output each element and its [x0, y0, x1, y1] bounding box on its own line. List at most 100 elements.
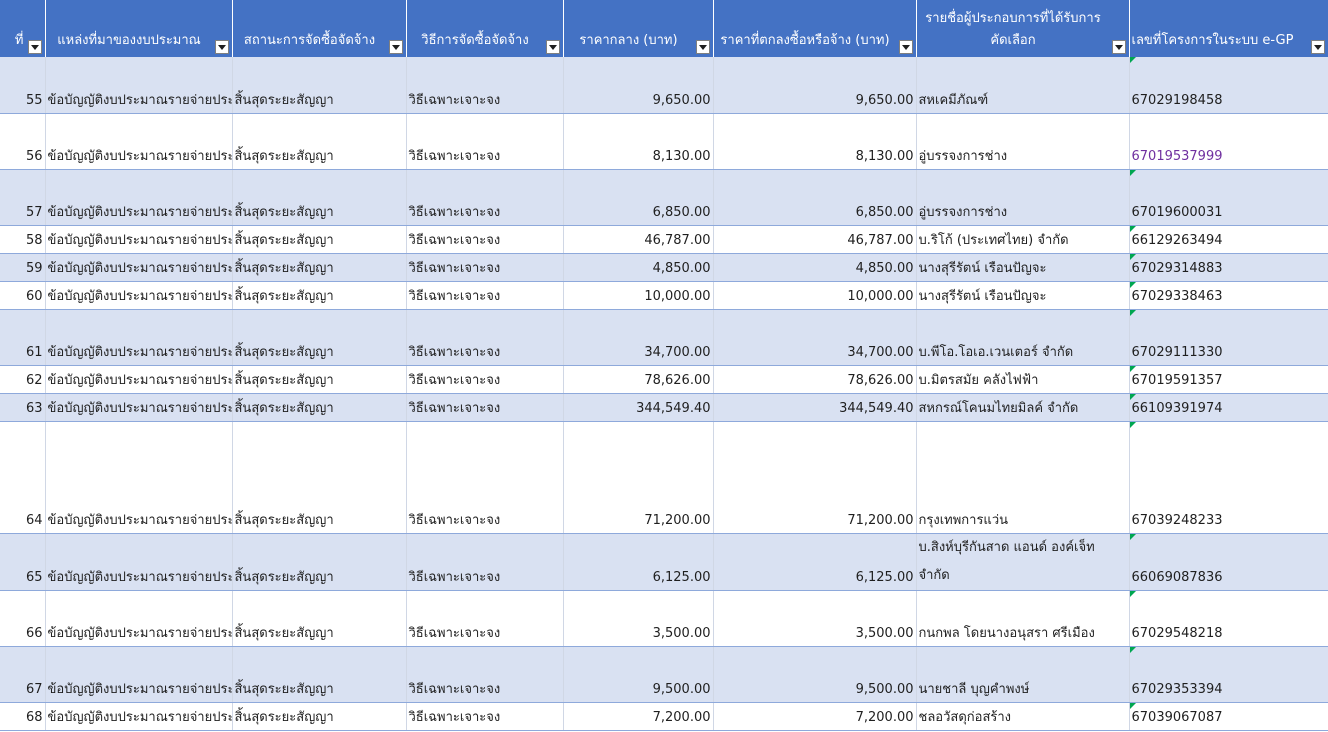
table-row[interactable]: 64 ข้อบัญญัติงบประมาณรายจ่ายประ สิ้นสุดร…: [0, 421, 1328, 534]
cell-status[interactable]: สิ้นสุดระยะสัญญา: [232, 57, 407, 114]
table-row[interactable]: 62 ข้อบัญญัติงบประมาณรายจ่ายประ สิ้นสุดร…: [0, 365, 1328, 394]
cell-egp[interactable]: 67029338463: [1129, 281, 1328, 310]
filter-dropdown-method[interactable]: [545, 40, 560, 54]
cell-no[interactable]: 63: [0, 393, 46, 422]
cell-ref-price[interactable]: 71,200.00: [563, 421, 714, 534]
cell-agreed-price[interactable]: 3,500.00: [713, 590, 917, 647]
cell-status[interactable]: สิ้นสุดระยะสัญญา: [232, 702, 407, 731]
cell-vendor[interactable]: อู่บรรจงการช่าง: [916, 169, 1130, 226]
cell-method[interactable]: วิธีเฉพาะเจาะจง: [406, 169, 564, 226]
cell-source[interactable]: ข้อบัญญัติงบประมาณรายจ่ายประ: [45, 646, 233, 703]
cell-source[interactable]: ข้อบัญญัติงบประมาณรายจ่ายประ: [45, 590, 233, 647]
cell-ref-price[interactable]: 6,850.00: [563, 169, 714, 226]
cell-ref-price[interactable]: 9,500.00: [563, 646, 714, 703]
table-row[interactable]: 63 ข้อบัญญัติงบประมาณรายจ่ายประ สิ้นสุดร…: [0, 393, 1328, 422]
cell-status[interactable]: สิ้นสุดระยะสัญญา: [232, 253, 407, 282]
cell-ref-price[interactable]: 46,787.00: [563, 225, 714, 254]
cell-egp[interactable]: 67029198458: [1129, 57, 1328, 114]
cell-vendor[interactable]: สหกรณ์โคนมไทยมิลค์ จำกัด: [916, 393, 1130, 422]
cell-method[interactable]: วิธีเฉพาะเจาะจง: [406, 646, 564, 703]
cell-ref-price[interactable]: 7,200.00: [563, 702, 714, 731]
cell-source[interactable]: ข้อบัญญัติงบประมาณรายจ่ายประ: [45, 421, 233, 534]
table-row[interactable]: 57 ข้อบัญญัติงบประมาณรายจ่ายประ สิ้นสุดร…: [0, 169, 1328, 226]
egp-link[interactable]: 67019537999: [1132, 149, 1223, 164]
filter-dropdown-ref-price[interactable]: [695, 40, 710, 54]
cell-status[interactable]: สิ้นสุดระยะสัญญา: [232, 393, 407, 422]
table-row[interactable]: 61 ข้อบัญญัติงบประมาณรายจ่ายประ สิ้นสุดร…: [0, 309, 1328, 366]
cell-ref-price[interactable]: 6,125.00: [563, 533, 714, 591]
cell-source[interactable]: ข้อบัญญัติงบประมาณรายจ่ายประ: [45, 702, 233, 731]
cell-vendor[interactable]: บ.ริโก้ (ประเทศไทย) จำกัด: [916, 225, 1130, 254]
cell-egp[interactable]: 67019537999: [1129, 113, 1328, 170]
table-row[interactable]: 65 ข้อบัญญัติงบประมาณรายจ่ายประ สิ้นสุดร…: [0, 533, 1328, 591]
cell-egp[interactable]: 66129263494: [1129, 225, 1328, 254]
cell-ref-price[interactable]: 3,500.00: [563, 590, 714, 647]
cell-no[interactable]: 62: [0, 365, 46, 394]
cell-no[interactable]: 60: [0, 281, 46, 310]
cell-egp[interactable]: 67029548218: [1129, 590, 1328, 647]
cell-agreed-price[interactable]: 34,700.00: [713, 309, 917, 366]
cell-method[interactable]: วิธีเฉพาะเจาะจง: [406, 393, 564, 422]
table-row[interactable]: 56 ข้อบัญญัติงบประมาณรายจ่ายประ สิ้นสุดร…: [0, 113, 1328, 170]
cell-agreed-price[interactable]: 9,500.00: [713, 646, 917, 703]
cell-source[interactable]: ข้อบัญญัติงบประมาณรายจ่ายประ: [45, 113, 233, 170]
cell-source[interactable]: ข้อบัญญัติงบประมาณรายจ่ายประ: [45, 533, 233, 591]
cell-method[interactable]: วิธีเฉพาะเจาะจง: [406, 113, 564, 170]
cell-vendor[interactable]: นางสุรีรัตน์ เรือนปัญจะ: [916, 281, 1130, 310]
table-row[interactable]: 67 ข้อบัญญัติงบประมาณรายจ่ายประ สิ้นสุดร…: [0, 646, 1328, 703]
cell-agreed-price[interactable]: 46,787.00: [713, 225, 917, 254]
cell-vendor[interactable]: อู่บรรจงการช่าง: [916, 113, 1130, 170]
cell-method[interactable]: วิธีเฉพาะเจาะจง: [406, 702, 564, 731]
table-row[interactable]: 58 ข้อบัญญัติงบประมาณรายจ่ายประ สิ้นสุดร…: [0, 225, 1328, 254]
cell-source[interactable]: ข้อบัญญัติงบประมาณรายจ่ายประ: [45, 393, 233, 422]
cell-status[interactable]: สิ้นสุดระยะสัญญา: [232, 590, 407, 647]
filter-dropdown-agreed-price[interactable]: [898, 40, 913, 54]
cell-source[interactable]: ข้อบัญญัติงบประมาณรายจ่ายประ: [45, 365, 233, 394]
cell-no[interactable]: 64: [0, 421, 46, 534]
cell-no[interactable]: 58: [0, 225, 46, 254]
cell-agreed-price[interactable]: 344,549.40: [713, 393, 917, 422]
cell-source[interactable]: ข้อบัญญัติงบประมาณรายจ่ายประ: [45, 253, 233, 282]
cell-ref-price[interactable]: 9,650.00: [563, 57, 714, 114]
cell-source[interactable]: ข้อบัญญัติงบประมาณรายจ่ายประ: [45, 225, 233, 254]
cell-vendor[interactable]: ชลอวัสดุก่อสร้าง: [916, 702, 1130, 731]
cell-method[interactable]: วิธีเฉพาะเจาะจง: [406, 590, 564, 647]
cell-status[interactable]: สิ้นสุดระยะสัญญา: [232, 113, 407, 170]
cell-method[interactable]: วิธีเฉพาะเจาะจง: [406, 253, 564, 282]
cell-method[interactable]: วิธีเฉพาะเจาะจง: [406, 533, 564, 591]
cell-no[interactable]: 56: [0, 113, 46, 170]
cell-egp[interactable]: 67029111330: [1129, 309, 1328, 366]
cell-ref-price[interactable]: 4,850.00: [563, 253, 714, 282]
cell-egp[interactable]: 67039067087: [1129, 702, 1328, 731]
cell-egp[interactable]: 66069087836: [1129, 533, 1328, 591]
cell-vendor[interactable]: กนกพล โดยนางอนุสรา ศรีเมือง: [916, 590, 1130, 647]
cell-no[interactable]: 65: [0, 533, 46, 591]
cell-status[interactable]: สิ้นสุดระยะสัญญา: [232, 365, 407, 394]
table-row[interactable]: 68 ข้อบัญญัติงบประมาณรายจ่ายประ สิ้นสุดร…: [0, 702, 1328, 731]
cell-egp[interactable]: 67029314883: [1129, 253, 1328, 282]
table-row[interactable]: 59 ข้อบัญญัติงบประมาณรายจ่ายประ สิ้นสุดร…: [0, 253, 1328, 282]
cell-ref-price[interactable]: 344,549.40: [563, 393, 714, 422]
cell-agreed-price[interactable]: 6,850.00: [713, 169, 917, 226]
cell-method[interactable]: วิธีเฉพาะเจาะจง: [406, 225, 564, 254]
cell-vendor[interactable]: กรุงเทพการแว่น: [916, 421, 1130, 534]
cell-no[interactable]: 67: [0, 646, 46, 703]
cell-agreed-price[interactable]: 10,000.00: [713, 281, 917, 310]
cell-method[interactable]: วิธีเฉพาะเจาะจง: [406, 365, 564, 394]
cell-agreed-price[interactable]: 8,130.00: [713, 113, 917, 170]
cell-method[interactable]: วิธีเฉพาะเจาะจง: [406, 421, 564, 534]
cell-status[interactable]: สิ้นสุดระยะสัญญา: [232, 421, 407, 534]
cell-no[interactable]: 68: [0, 702, 46, 731]
cell-no[interactable]: 66: [0, 590, 46, 647]
cell-status[interactable]: สิ้นสุดระยะสัญญา: [232, 646, 407, 703]
cell-vendor[interactable]: บ.มิตรสมัย คลังไฟฟ้า: [916, 365, 1130, 394]
filter-dropdown-source[interactable]: [214, 40, 229, 54]
cell-vendor[interactable]: บ.พีโอ.โอเอ.เวนเตอร์ จำกัด: [916, 309, 1130, 366]
filter-dropdown-egp[interactable]: [1310, 40, 1325, 54]
cell-method[interactable]: วิธีเฉพาะเจาะจง: [406, 309, 564, 366]
cell-status[interactable]: สิ้นสุดระยะสัญญา: [232, 225, 407, 254]
cell-vendor[interactable]: บ.สิงห์บุรีกันสาด แอนด์ องค์เจ็ท จำกัด: [916, 533, 1130, 591]
cell-vendor[interactable]: สหเคมีภัณฑ์: [916, 57, 1130, 114]
cell-no[interactable]: 55: [0, 57, 46, 114]
cell-method[interactable]: วิธีเฉพาะเจาะจง: [406, 281, 564, 310]
